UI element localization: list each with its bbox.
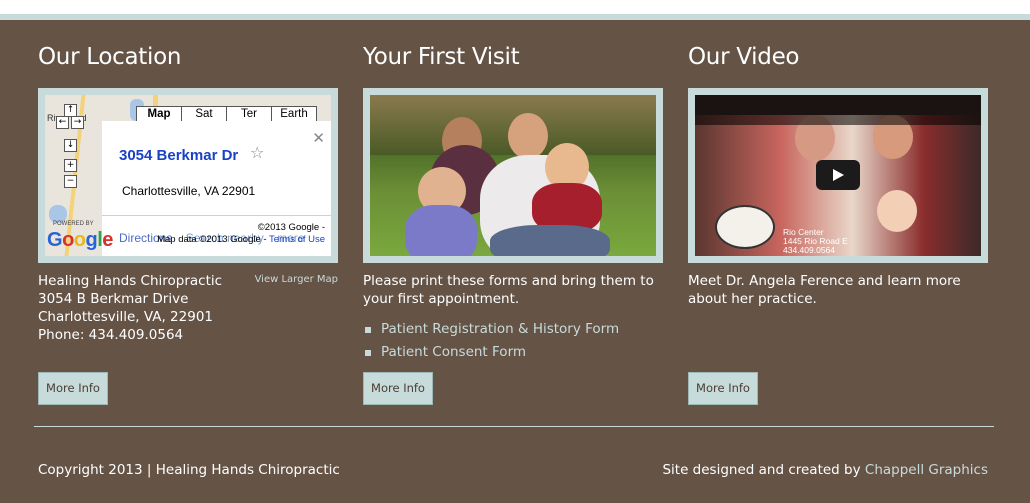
video-frame: Rio Center 1445 Rio Road E 434.409.0564 [688,88,988,263]
video-logo [715,205,775,249]
google-logo[interactable]: Google [47,229,113,252]
photo-father-head [508,113,548,159]
map-type-sat-button[interactable]: Sat [181,106,227,122]
terms-link[interactable]: Terms of Use [269,234,325,245]
video-caption-line3: 434.409.0564 [783,245,835,255]
video-caption: Rio Center 1445 Rio Road E 434.409.0564 [783,228,848,255]
first-visit-heading: Your First Visit [363,44,520,70]
first-visit-more-info-button[interactable]: More Info [363,372,433,405]
video-still: Rio Center 1445 Rio Road E 434.409.0564 [695,95,981,256]
zoom-out-icon[interactable]: − [64,175,77,188]
map-frame: River End Map Sat Ter Earth ↑ ← → ↓ + − … [38,88,338,263]
video-baby-head [877,190,917,232]
consent-form-link[interactable]: Patient Consent Form [381,344,526,360]
map-info-title[interactable]: 3054 Berkmar Dr [119,147,238,164]
top-band [0,14,1030,20]
copyright-text: Copyright 2013 | Healing Hands Chiroprac… [38,462,340,478]
map-type-buttons: Map Sat Ter Earth [136,106,317,122]
video-description: Meet Dr. Angela Ference and learn more a… [688,273,961,307]
pan-down-icon[interactable]: ↓ [64,139,77,152]
list-item: Patient Consent Form [363,341,619,364]
phone-number: Phone: 434.409.0564 [38,327,184,343]
photo-background [370,95,656,256]
video-title-bar [695,95,981,125]
footer-divider [34,426,994,427]
first-visit-section: Your First Visit Please print these form… [363,40,663,405]
embedded-map[interactable]: River End Map Sat Ter Earth ↑ ← → ↓ + − … [45,95,331,256]
map-copyright: ©2013 Google - Map data ©2013 Google - T… [157,222,325,246]
info-divider [102,215,331,216]
forms-list: Patient Registration & History Form Pati… [363,318,619,364]
first-visit-intro: Please print these forms and bring them … [363,273,654,307]
map-type-map-button[interactable]: Map [136,106,182,122]
play-icon[interactable] [816,160,860,190]
site-credits: Site designed and created by Chappell Gr… [662,462,988,478]
map-type-ter-button[interactable]: Ter [226,106,272,122]
location-more-info-button[interactable]: More Info [38,372,108,405]
video-heading: Our Video [688,44,800,70]
list-item: Patient Registration & History Form [363,318,619,341]
contact-info: Healing Hands Chiropractic 3054 B Berkma… [38,272,338,344]
map-copyright-line2: Map data ©2013 Google - [157,234,267,245]
top-strip [0,0,1030,14]
registration-form-link[interactable]: Patient Registration & History Form [381,321,619,337]
city-state-zip: Charlottesville, VA, 22901 [38,309,214,325]
map-canvas[interactable]: River End Map Sat Ter Earth ↑ ← → ↓ + − … [45,95,331,256]
family-photo [370,95,656,256]
powered-by-label: POWERED BY [53,221,94,227]
pan-right-icon[interactable]: → [71,116,84,129]
zoom-in-icon[interactable]: + [64,159,77,172]
pan-left-icon[interactable]: ← [56,116,69,129]
map-copyright-line1: ©2013 Google - [257,222,325,233]
credits-prefix: Site designed and created by [662,462,865,478]
video-section: Our Video Rio Center 1445 Rio Road E 434… [688,40,988,405]
video-player[interactable]: Rio Center 1445 Rio Road E 434.409.0564 [695,95,981,256]
street-address: 3054 B Berkmar Drive [38,291,189,307]
location-section: Our Location River End Map Sat Ter Earth… [38,40,338,405]
chappell-graphics-link[interactable]: Chappell Graphics [865,462,988,478]
photo-girl-shirt [405,205,477,256]
family-photo-frame [363,88,663,263]
photo-jeans [490,225,610,256]
close-icon[interactable]: ✕ [312,129,325,147]
business-name: Healing Hands Chiropractic [38,273,223,289]
star-icon[interactable]: ☆ [250,143,264,162]
video-more-info-button[interactable]: More Info [688,372,758,405]
map-type-earth-button[interactable]: Earth [271,106,317,122]
map-info-address: Charlottesville, VA 22901 [122,184,256,198]
location-heading: Our Location [38,44,182,70]
